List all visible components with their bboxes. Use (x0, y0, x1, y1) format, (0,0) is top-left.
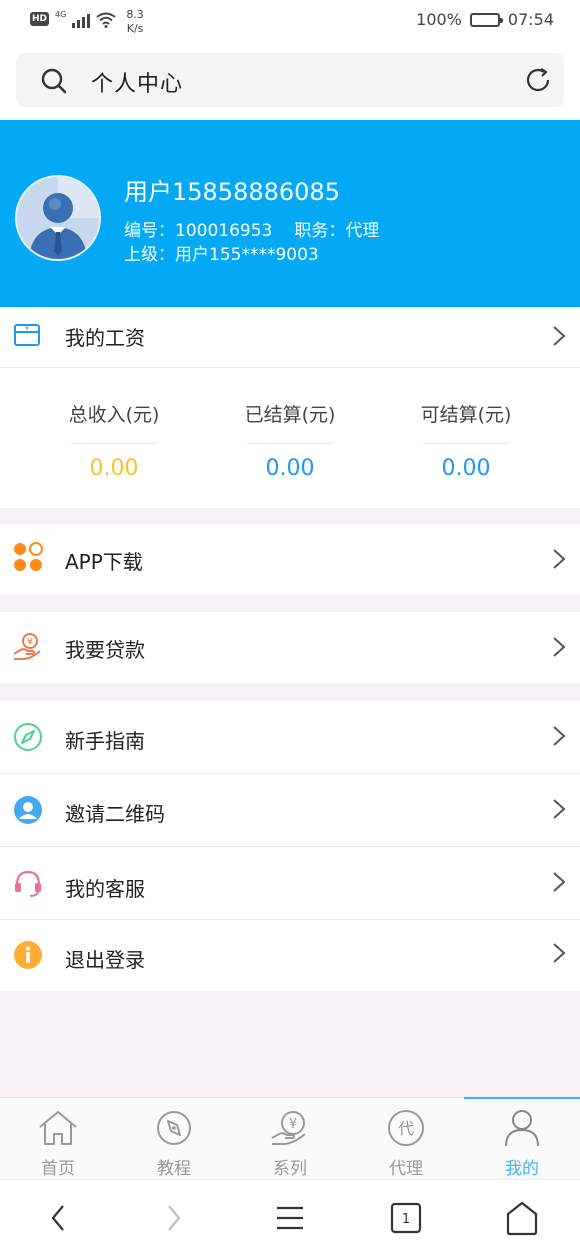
salary-section: ¥ 我的工资 (0, 307, 580, 368)
apps-icon (13, 542, 43, 572)
app-download-section: APP下载 (0, 524, 580, 594)
home-icon (37, 1108, 79, 1152)
compass-icon (153, 1108, 195, 1152)
tab-label: 我的 (505, 1159, 539, 1179)
guide-row[interactable]: 新手指南 (0, 701, 580, 773)
hd-indicator: HD (30, 12, 50, 26)
loan-row[interactable]: ¥ 我要贷款 (0, 612, 580, 683)
salary-row[interactable]: ¥ 我的工资 (0, 307, 580, 368)
profile-banner: 用户15858886085 编号：100016953 职务：代理 上级：用户155… (0, 120, 580, 307)
wallet-icon: ¥ (13, 321, 43, 351)
headset-icon (13, 868, 43, 898)
guide-label: 新手指南 (65, 729, 145, 753)
user-id-line: 编号：100016953 职务：代理 (124, 216, 379, 241)
tab-label: 教程 (157, 1159, 191, 1179)
bottom-tab-bar: 首页 教程 ¥ 系列 代 代理 我的 (0, 1097, 580, 1179)
logout-row[interactable]: 退出登录 (0, 920, 580, 991)
invite-qr-label: 邀请二维码 (65, 802, 165, 826)
search-icon[interactable] (40, 67, 68, 99)
stat-label: 已结算(元) (244, 404, 336, 426)
invite-qr-row[interactable]: 邀请二维码 (0, 774, 580, 846)
page-title: 个人中心 (91, 72, 184, 97)
user-circle-icon (13, 795, 43, 825)
loan-section: ¥ 我要贷款 (0, 612, 580, 683)
clock: 07:54 (507, 10, 554, 29)
stat-value: 0.00 (265, 456, 315, 481)
id-value: 100016953 (175, 221, 273, 241)
top-bar: 个人中心 (0, 42, 580, 120)
tab-label: 首页 (41, 1159, 75, 1179)
role-value: 代理 (345, 221, 380, 241)
stat-total-income: 总收入(元) 0.00 (17, 368, 211, 481)
avatar[interactable] (15, 175, 101, 261)
status-right: 100% 07:54 (416, 10, 554, 29)
menu-icon[interactable] (275, 1200, 305, 1240)
id-label: 编号： (124, 221, 175, 241)
loan-label: 我要贷款 (65, 638, 145, 662)
chevron-right-icon (552, 325, 566, 351)
stat-settleable: 可结算(元) 0.00 (369, 368, 563, 481)
search-bar[interactable]: 个人中心 (16, 53, 564, 107)
tab-label: 代理 (389, 1159, 423, 1179)
yen-hand-icon: ¥ (269, 1108, 311, 1152)
chevron-right-icon (552, 548, 566, 574)
wifi-icon (96, 12, 116, 28)
tab-home[interactable]: 首页 (0, 1098, 116, 1180)
user-name: 用户15858886085 (124, 178, 340, 206)
tabs-count: 1 (402, 1212, 410, 1227)
app-download-row[interactable]: APP下载 (0, 524, 580, 594)
tab-label: 系列 (273, 1159, 307, 1179)
info-icon (13, 940, 43, 970)
tab-tutorial[interactable]: 教程 (116, 1098, 232, 1180)
svg-text:¥: ¥ (27, 638, 33, 648)
system-nav-bar: 1 (0, 1179, 580, 1257)
refresh-icon[interactable] (524, 66, 552, 98)
customer-service-row[interactable]: 我的客服 (0, 847, 580, 919)
salary-label: 我的工资 (65, 326, 145, 350)
svg-text:¥: ¥ (25, 326, 29, 333)
agent-icon: 代 (385, 1108, 427, 1152)
loan-hand-icon: ¥ (13, 632, 43, 662)
tabs-icon[interactable]: 1 (390, 1200, 422, 1240)
compass-icon (13, 722, 43, 752)
stat-label: 可结算(元) (420, 404, 512, 426)
status-bar: HD 4G 8.3 K/s 100% 07:54 (0, 0, 580, 42)
stat-settled: 已结算(元) 0.00 (193, 368, 387, 481)
chevron-right-icon (552, 636, 566, 662)
customer-service-label: 我的客服 (65, 877, 145, 901)
stat-label: 总收入(元) (68, 404, 160, 426)
chevron-right-icon (552, 871, 566, 897)
network-speed: 8.3 K/s (126, 8, 144, 36)
network-type: 4G (55, 10, 67, 19)
stat-value: 0.00 (441, 456, 491, 481)
tab-agent[interactable]: 代 代理 (348, 1098, 464, 1180)
svg-text:¥: ¥ (289, 1117, 297, 1132)
status-left: HD 4G 8.3 K/s (30, 8, 144, 36)
battery-percent: 100% (416, 10, 462, 29)
speed-value: 8.3 (126, 8, 144, 21)
home-nav-icon[interactable] (505, 1200, 539, 1240)
tab-mine[interactable]: 我的 (464, 1097, 580, 1180)
user-icon (501, 1108, 543, 1152)
parent-value: 用户155****9003 (175, 245, 319, 265)
chevron-right-icon (552, 942, 566, 968)
battery-icon (469, 12, 503, 27)
back-icon[interactable] (48, 1200, 68, 1240)
tab-series[interactable]: ¥ 系列 (232, 1098, 348, 1180)
parent-line: 上级：用户155****9003 (124, 240, 319, 265)
speed-unit: K/s (126, 22, 144, 35)
salary-stats: 总收入(元) 0.00 已结算(元) 0.00 可结算(元) 0.00 (0, 368, 580, 508)
forward-icon[interactable] (164, 1200, 184, 1240)
menu-list: 新手指南 邀请二维码 我的客服 退出登录 (0, 701, 580, 991)
chevron-right-icon (552, 798, 566, 824)
role-label: 职务： (294, 221, 346, 241)
agent-glyph: 代 (398, 1119, 414, 1138)
app-download-label: APP下载 (65, 550, 143, 574)
chevron-right-icon (552, 725, 566, 751)
logout-label: 退出登录 (65, 948, 145, 972)
parent-label: 上级： (124, 245, 175, 265)
stat-value: 0.00 (89, 456, 139, 481)
signal-icon (72, 12, 91, 28)
